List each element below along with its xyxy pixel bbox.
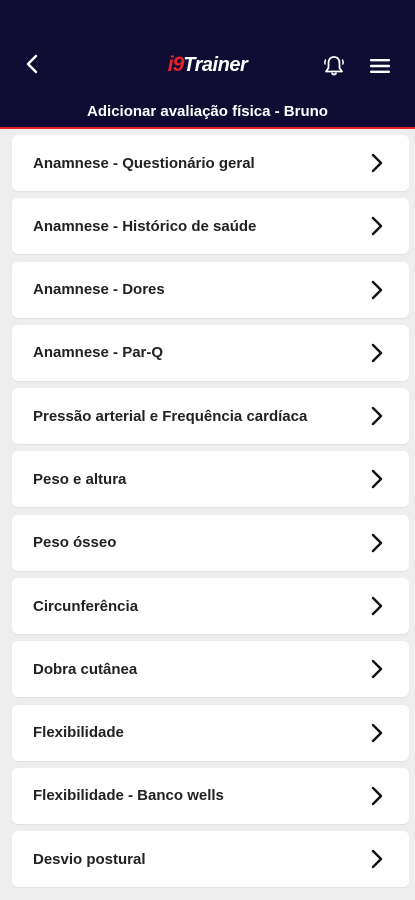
menu-button[interactable] (366, 52, 394, 80)
list-item-label: Peso ósseo (33, 534, 117, 552)
chevron-right-icon (367, 721, 387, 745)
header-divider (0, 127, 415, 129)
chevron-right-icon (367, 214, 387, 238)
list-item[interactable]: Anamnese - Questionário geral (12, 135, 409, 191)
chevron-right-icon (367, 341, 387, 365)
list-item-label: Anamnese - Dores (33, 281, 165, 299)
assessment-list: Anamnese - Questionário geral Anamnese - … (12, 135, 409, 895)
list-item[interactable]: Anamnese - Histórico de saúde (12, 198, 409, 255)
page-title: Adicionar avaliação física - Bruno (87, 103, 328, 120)
list-item-label: Anamnese - Par-Q (33, 344, 164, 362)
list-item[interactable]: Dobra cutânea (12, 641, 409, 698)
list-item[interactable]: Pressão arterial e Frequência cardíaca (12, 388, 409, 445)
list-item[interactable]: Anamnese - Dores (12, 261, 409, 318)
list-item[interactable]: Desvio postural (12, 831, 409, 888)
list-item[interactable]: Peso ósseo (12, 514, 409, 571)
app-header: i9 Trainer Adicionar avaliação física - … (0, 0, 415, 128)
list-item[interactable]: Anamnese - Par-Q (12, 324, 409, 381)
chevron-right-icon (367, 467, 387, 491)
list-item-label: Pressão arterial e Frequência cardíaca (33, 407, 308, 425)
list-item-label: Circunferência (33, 597, 139, 615)
chevron-right-icon (367, 657, 387, 681)
notifications-button[interactable] (320, 52, 348, 80)
logo-text: Trainer (183, 54, 248, 76)
list-item-label: Flexibilidade - Banco wells (33, 787, 224, 805)
chevron-right-icon (367, 531, 387, 555)
list-item[interactable]: Flexibilidade (12, 704, 409, 761)
list-item-label: Anamnese - Questionário geral (33, 154, 255, 172)
chevron-right-icon (367, 151, 387, 175)
list-item-label: Peso e altura (33, 470, 127, 488)
bell-icon (324, 56, 344, 76)
list-item-label: Desvio postural (33, 850, 146, 868)
chevron-right-icon (367, 594, 387, 618)
list-item[interactable]: Circunferência (12, 578, 409, 635)
chevron-right-icon (367, 784, 387, 808)
chevron-right-icon (367, 278, 387, 302)
list-item-label: Dobra cutânea (33, 660, 138, 678)
list-item-label: Flexibilidade (33, 724, 124, 742)
app-logo: i9 Trainer (0, 52, 415, 78)
chevron-right-icon (367, 847, 387, 871)
list-item-label: Anamnese - Histórico de saúde (33, 217, 257, 235)
chevron-right-icon (367, 404, 387, 428)
logo-mark: i9 (167, 53, 184, 76)
hamburger-menu-icon (370, 59, 390, 73)
list-item[interactable]: Flexibilidade - Banco wells (12, 767, 409, 824)
list-item[interactable]: Peso e altura (12, 451, 409, 508)
